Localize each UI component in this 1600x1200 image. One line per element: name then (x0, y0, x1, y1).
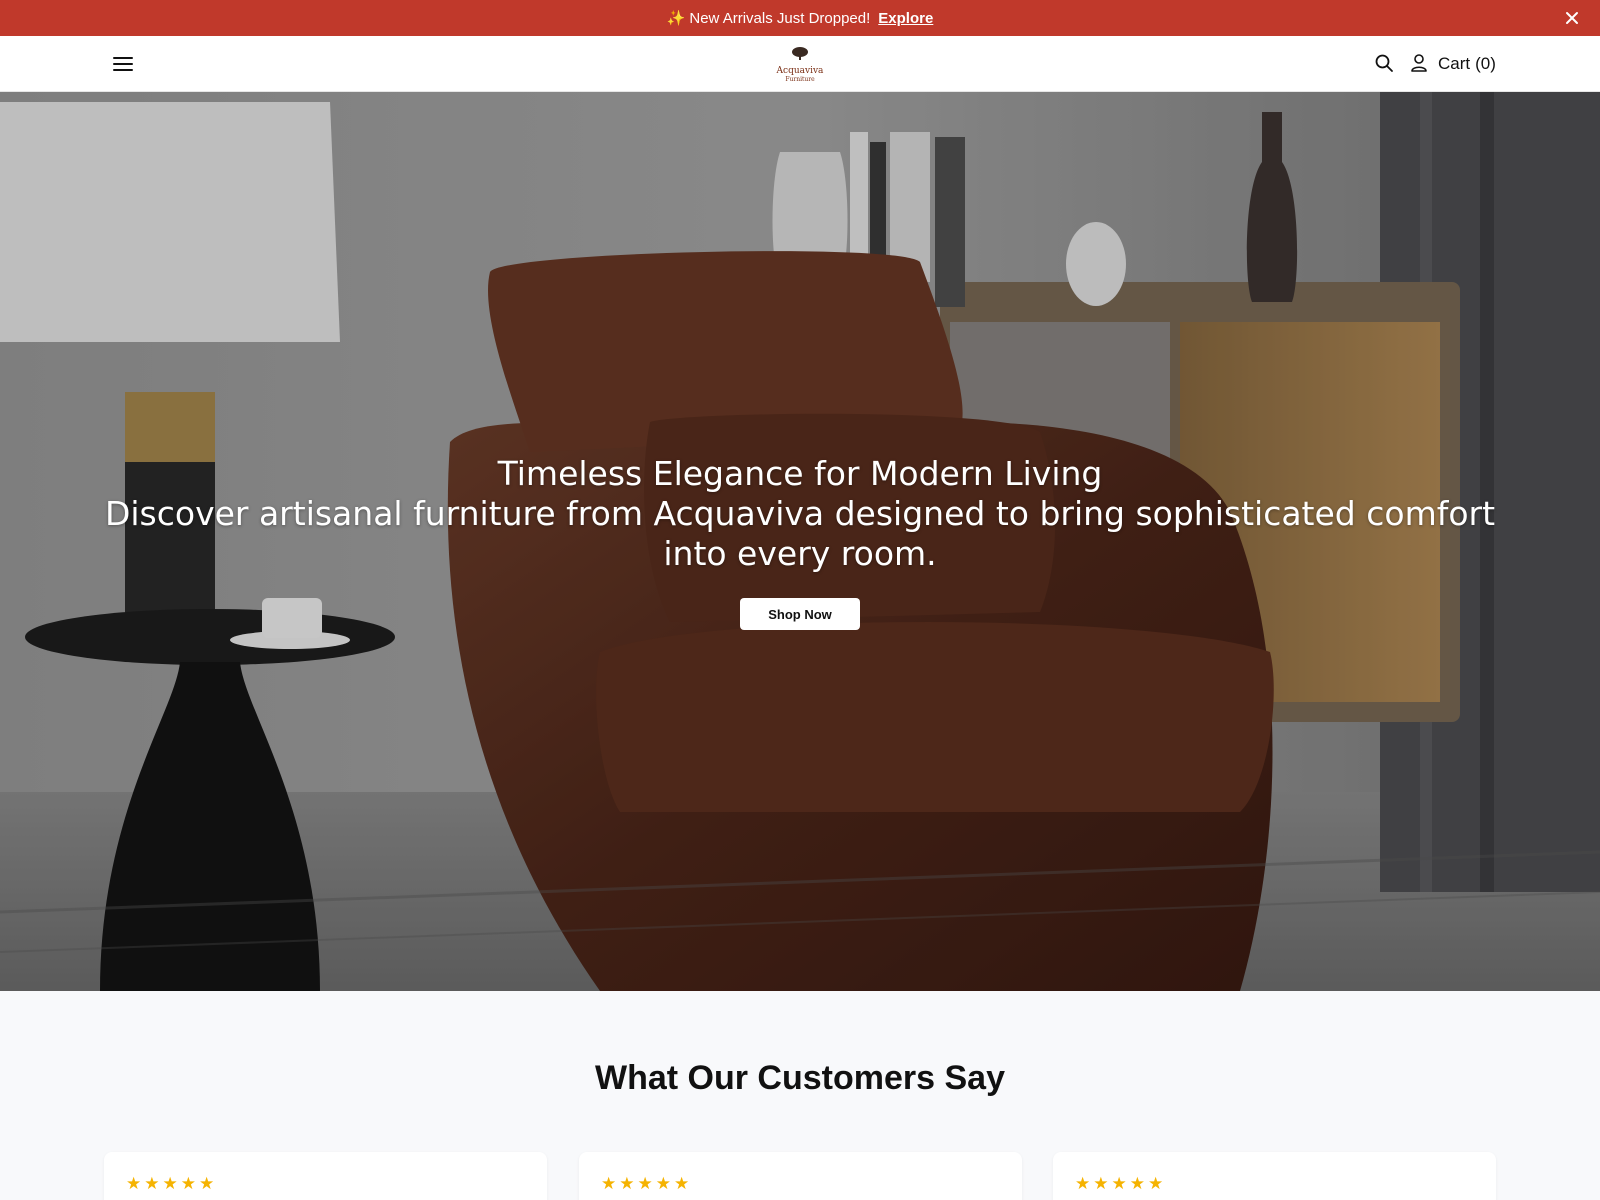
cart-count: (0) (1475, 54, 1496, 73)
hero-subtitle: Discover artisanal furniture from Acquav… (104, 494, 1496, 573)
cart-button[interactable]: Cart (0) (1438, 54, 1496, 74)
hero-banner: Timeless Elegance for Modern Living Disc… (0, 92, 1600, 991)
testimonial-card: ★★★★★ (104, 1152, 547, 1200)
site-logo[interactable]: Acquaviva Furniture (772, 46, 828, 83)
star-rating: ★★★★★ (126, 1174, 218, 1193)
search-icon[interactable] (1374, 53, 1394, 73)
menu-icon[interactable] (112, 54, 134, 74)
star-rating: ★★★★★ (1075, 1174, 1167, 1193)
star-rating: ★★★★★ (601, 1174, 693, 1193)
testimonial-card: ★★★★★ (1053, 1152, 1496, 1200)
logo-tree-icon (792, 47, 808, 60)
shop-now-button[interactable]: Shop Now (740, 598, 860, 630)
cart-label: Cart (1438, 54, 1471, 73)
close-icon[interactable] (1562, 8, 1582, 28)
testimonial-card: ★★★★★ (579, 1152, 1022, 1200)
site-header: Acquaviva Furniture Cart (0) (0, 36, 1600, 92)
logo-sub: Furniture (785, 76, 815, 83)
account-icon[interactable] (1410, 52, 1428, 74)
explore-link[interactable]: Explore (878, 10, 933, 27)
logo-brand: Acquaviva (776, 66, 824, 76)
announcement-bar: ✨ New Arrivals Just Dropped! Explore (0, 0, 1600, 36)
testimonials-section: What Our Customers Say ★★★★★ ★★★★★ ★★★★★ (0, 991, 1600, 1200)
hero-text: Timeless Elegance for Modern Living Disc… (100, 454, 1500, 574)
sparkle-icon: ✨ (666, 10, 686, 27)
announcement-text: New Arrivals Just Dropped! (689, 9, 871, 27)
section-title: What Our Customers Say (595, 1059, 1005, 1097)
hero-title: Timeless Elegance for Modern Living (497, 454, 1103, 493)
